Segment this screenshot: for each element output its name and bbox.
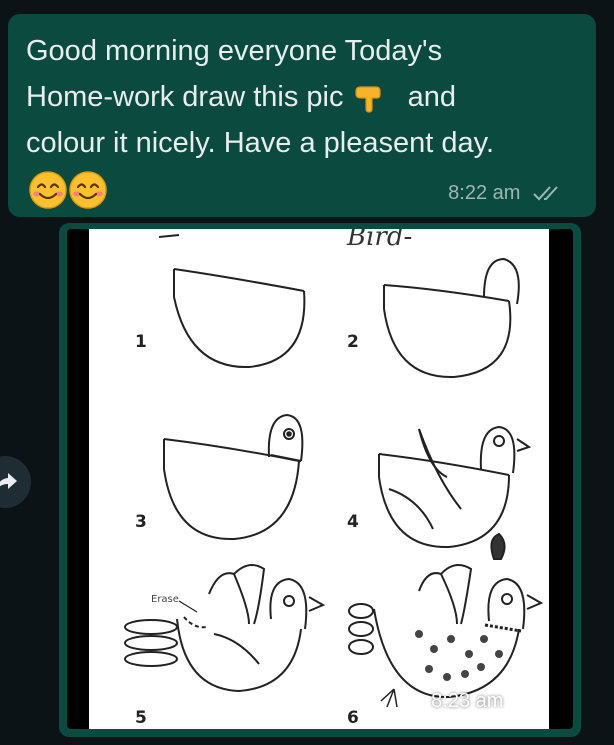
image-title-partial: Bird- — [346, 229, 412, 252]
pointing-down-emoji-icon — [354, 86, 381, 113]
message-meta: 8:22 am — [448, 182, 566, 205]
bird-drawing-image: Bird- Erase 1 2 3 4 5 6 — [89, 229, 549, 729]
smiling-face-emoji-icon — [29, 171, 67, 209]
step-number-3: 3 — [135, 512, 147, 532]
image-frame[interactable]: Bird- Erase 1 2 3 4 5 6 8:23 am — [67, 229, 573, 729]
step-number-6: 6 — [347, 708, 359, 728]
forward-arrow-icon — [0, 473, 17, 489]
step-number-4: 4 — [347, 512, 359, 532]
bird-steps-illustration: Bird- Erase 1 2 3 4 5 6 — [124, 229, 544, 728]
message-line-1: Good morning everyone Today's — [26, 35, 443, 67]
smiling-face-emoji-icon — [69, 171, 108, 209]
image-message-meta: 8:23 am — [431, 690, 545, 713]
forward-button[interactable] — [0, 456, 31, 508]
message-bubble-text[interactable]: Good morning everyone Today's Home-work … — [8, 14, 596, 217]
message-line-2: Home-work draw this pic and — [26, 81, 456, 113]
message-time: 8:22 am — [448, 182, 521, 204]
message-text: Good morning everyone Today's Home-work … — [26, 28, 581, 166]
erase-label: Erase — [151, 594, 179, 605]
step-number-1: 1 — [135, 332, 147, 352]
double-check-icon — [516, 695, 538, 708]
emoji-row — [28, 170, 108, 215]
message-line-3: colour it nicely. Have a pleasent day. — [26, 127, 495, 159]
step-number-5: 5 — [135, 708, 147, 728]
double-check-icon — [533, 186, 558, 201]
step-number-2: 2 — [347, 332, 359, 352]
message-bubble-image[interactable]: Bird- Erase 1 2 3 4 5 6 8:23 am — [59, 223, 581, 737]
image-message-time: 8:23 am — [431, 690, 504, 712]
